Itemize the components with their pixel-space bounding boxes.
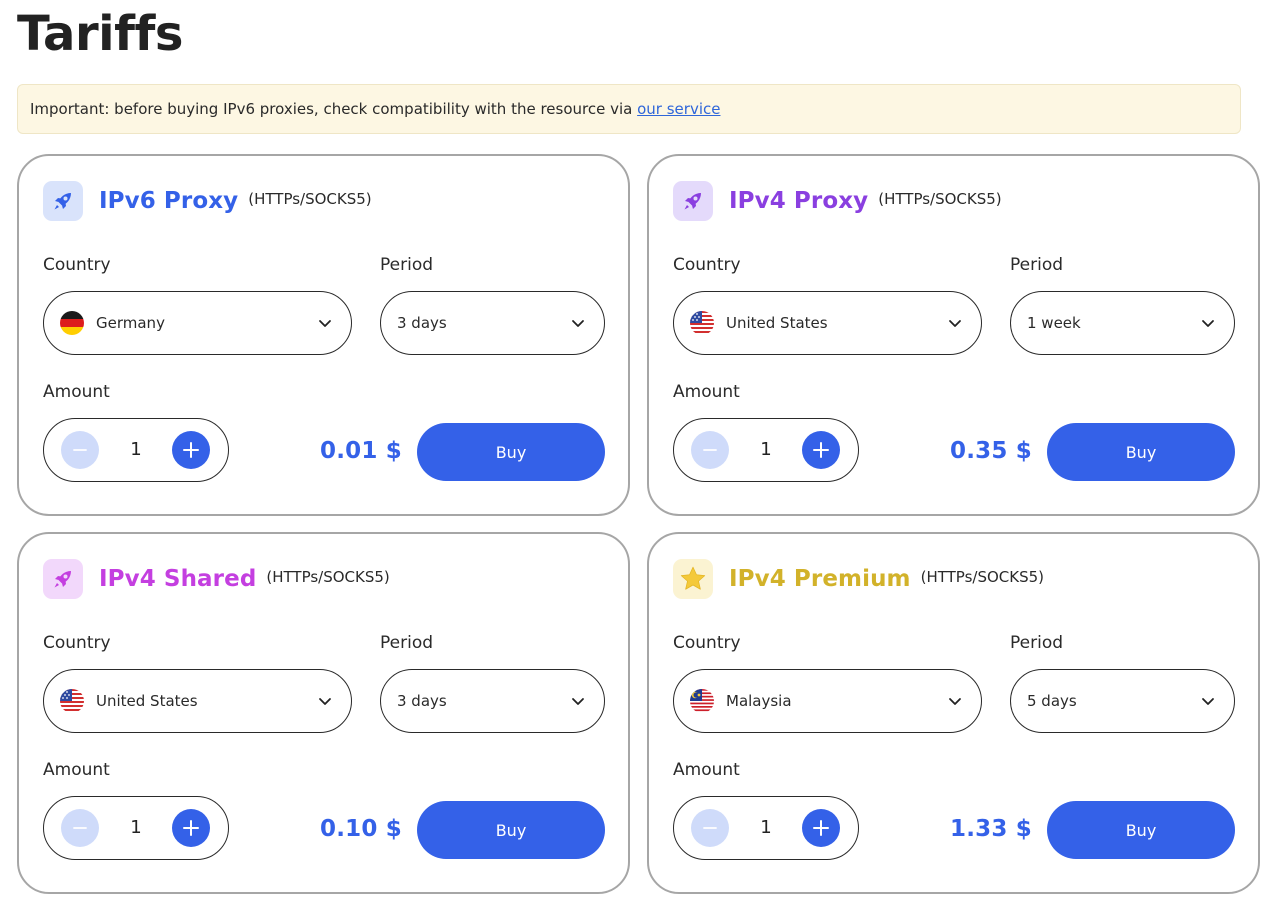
card-header: IPv4 Premium (HTTPs/SOCKS5) xyxy=(673,558,1044,600)
price: 0.35 $ xyxy=(950,438,1032,464)
card-protocol: (HTTPs/SOCKS5) xyxy=(878,190,1002,208)
buy-button[interactable]: Buy xyxy=(1047,801,1235,859)
card-title: IPv4 Shared xyxy=(99,566,257,592)
quantity-stepper: 1 xyxy=(43,796,229,860)
country-value: Germany xyxy=(96,314,165,332)
decrement-button[interactable] xyxy=(61,431,99,469)
card-title: IPv6 Proxy xyxy=(99,188,239,214)
period-select[interactable]: 1 week xyxy=(1010,291,1235,355)
period-select[interactable]: 3 days xyxy=(380,291,605,355)
minus-icon xyxy=(703,449,717,451)
us-flag-icon xyxy=(60,689,84,713)
card-header: IPv4 Shared (HTTPs/SOCKS5) xyxy=(43,558,390,600)
quantity-value[interactable]: 1 xyxy=(119,817,153,838)
period-value: 3 days xyxy=(397,692,447,710)
period-select[interactable]: 5 days xyxy=(1010,669,1235,733)
country-label: Country xyxy=(673,255,741,275)
tariff-card-ipv4-premium: IPv4 Premium (HTTPs/SOCKS5) Country Peri… xyxy=(647,532,1260,894)
increment-button[interactable] xyxy=(802,431,840,469)
period-label: Period xyxy=(380,255,434,275)
card-protocol: (HTTPs/SOCKS5) xyxy=(248,190,372,208)
period-label: Period xyxy=(380,633,434,653)
increment-button[interactable] xyxy=(802,809,840,847)
chevron-down-icon xyxy=(1202,698,1214,705)
buy-button[interactable]: Buy xyxy=(417,801,605,859)
decrement-button[interactable] xyxy=(691,431,729,469)
price: 1.33 $ xyxy=(950,816,1032,842)
minus-icon xyxy=(73,449,87,451)
quantity-stepper: 1 xyxy=(673,418,859,482)
period-label: Period xyxy=(1010,633,1064,653)
price: 0.01 $ xyxy=(320,438,402,464)
chevron-down-icon xyxy=(572,698,584,705)
malaysia-flag-icon xyxy=(690,689,714,713)
card-title: IPv4 Proxy xyxy=(729,188,869,214)
page-title: Tariffs xyxy=(17,6,183,62)
germany-flag-icon xyxy=(60,311,84,335)
period-value: 5 days xyxy=(1027,692,1077,710)
chevron-down-icon xyxy=(319,320,331,327)
period-value: 1 week xyxy=(1027,314,1081,332)
decrement-button[interactable] xyxy=(691,809,729,847)
plus-icon xyxy=(813,820,829,836)
card-header: IPv6 Proxy (HTTPs/SOCKS5) xyxy=(43,180,372,222)
quantity-value[interactable]: 1 xyxy=(749,817,783,838)
plus-icon xyxy=(183,820,199,836)
country-label: Country xyxy=(673,633,741,653)
chevron-down-icon xyxy=(319,698,331,705)
country-value: United States xyxy=(726,314,828,332)
tariff-card-ipv4-shared: IPv4 Shared (HTTPs/SOCKS5) Country Perio… xyxy=(17,532,630,894)
amount-label: Amount xyxy=(43,760,110,780)
chevron-down-icon xyxy=(1202,320,1214,327)
country-value: United States xyxy=(96,692,198,710)
card-title: IPv4 Premium xyxy=(729,566,911,592)
plus-icon xyxy=(813,442,829,458)
quantity-value[interactable]: 1 xyxy=(749,439,783,460)
decrement-button[interactable] xyxy=(61,809,99,847)
minus-icon xyxy=(73,827,87,829)
country-label: Country xyxy=(43,633,111,653)
increment-button[interactable] xyxy=(172,809,210,847)
quantity-stepper: 1 xyxy=(673,796,859,860)
our-service-link[interactable]: our service xyxy=(637,100,720,118)
plus-icon xyxy=(183,442,199,458)
us-flag-icon xyxy=(690,311,714,335)
quantity-stepper: 1 xyxy=(43,418,229,482)
country-select[interactable]: Germany xyxy=(43,291,352,355)
country-select[interactable]: United States xyxy=(43,669,352,733)
amount-label: Amount xyxy=(673,382,740,402)
compatibility-notice: Important: before buying IPv6 proxies, c… xyxy=(17,84,1241,134)
star-icon xyxy=(673,559,713,599)
price: 0.10 $ xyxy=(320,816,402,842)
buy-button[interactable]: Buy xyxy=(417,423,605,481)
period-label: Period xyxy=(1010,255,1064,275)
increment-button[interactable] xyxy=(172,431,210,469)
quantity-value[interactable]: 1 xyxy=(119,439,153,460)
country-select[interactable]: United States xyxy=(673,291,982,355)
card-protocol: (HTTPs/SOCKS5) xyxy=(920,568,1045,586)
rocket-icon xyxy=(43,559,83,599)
notice-text: Important: before buying IPv6 proxies, c… xyxy=(30,100,638,118)
chevron-down-icon xyxy=(572,320,584,327)
tariff-card-ipv4-proxy: IPv4 Proxy (HTTPs/SOCKS5) Country Period… xyxy=(647,154,1260,516)
period-select[interactable]: 3 days xyxy=(380,669,605,733)
tariff-card-ipv6-proxy: IPv6 Proxy (HTTPs/SOCKS5) Country Period… xyxy=(17,154,630,516)
minus-icon xyxy=(703,827,717,829)
amount-label: Amount xyxy=(673,760,740,780)
period-value: 3 days xyxy=(397,314,447,332)
amount-label: Amount xyxy=(43,382,110,402)
country-label: Country xyxy=(43,255,111,275)
rocket-icon xyxy=(673,181,713,221)
chevron-down-icon xyxy=(949,698,961,705)
country-select[interactable]: Malaysia xyxy=(673,669,982,733)
country-value: Malaysia xyxy=(726,692,792,710)
buy-button[interactable]: Buy xyxy=(1047,423,1235,481)
card-protocol: (HTTPs/SOCKS5) xyxy=(266,568,390,586)
rocket-icon xyxy=(43,181,83,221)
chevron-down-icon xyxy=(949,320,961,327)
card-header: IPv4 Proxy (HTTPs/SOCKS5) xyxy=(673,180,1002,222)
